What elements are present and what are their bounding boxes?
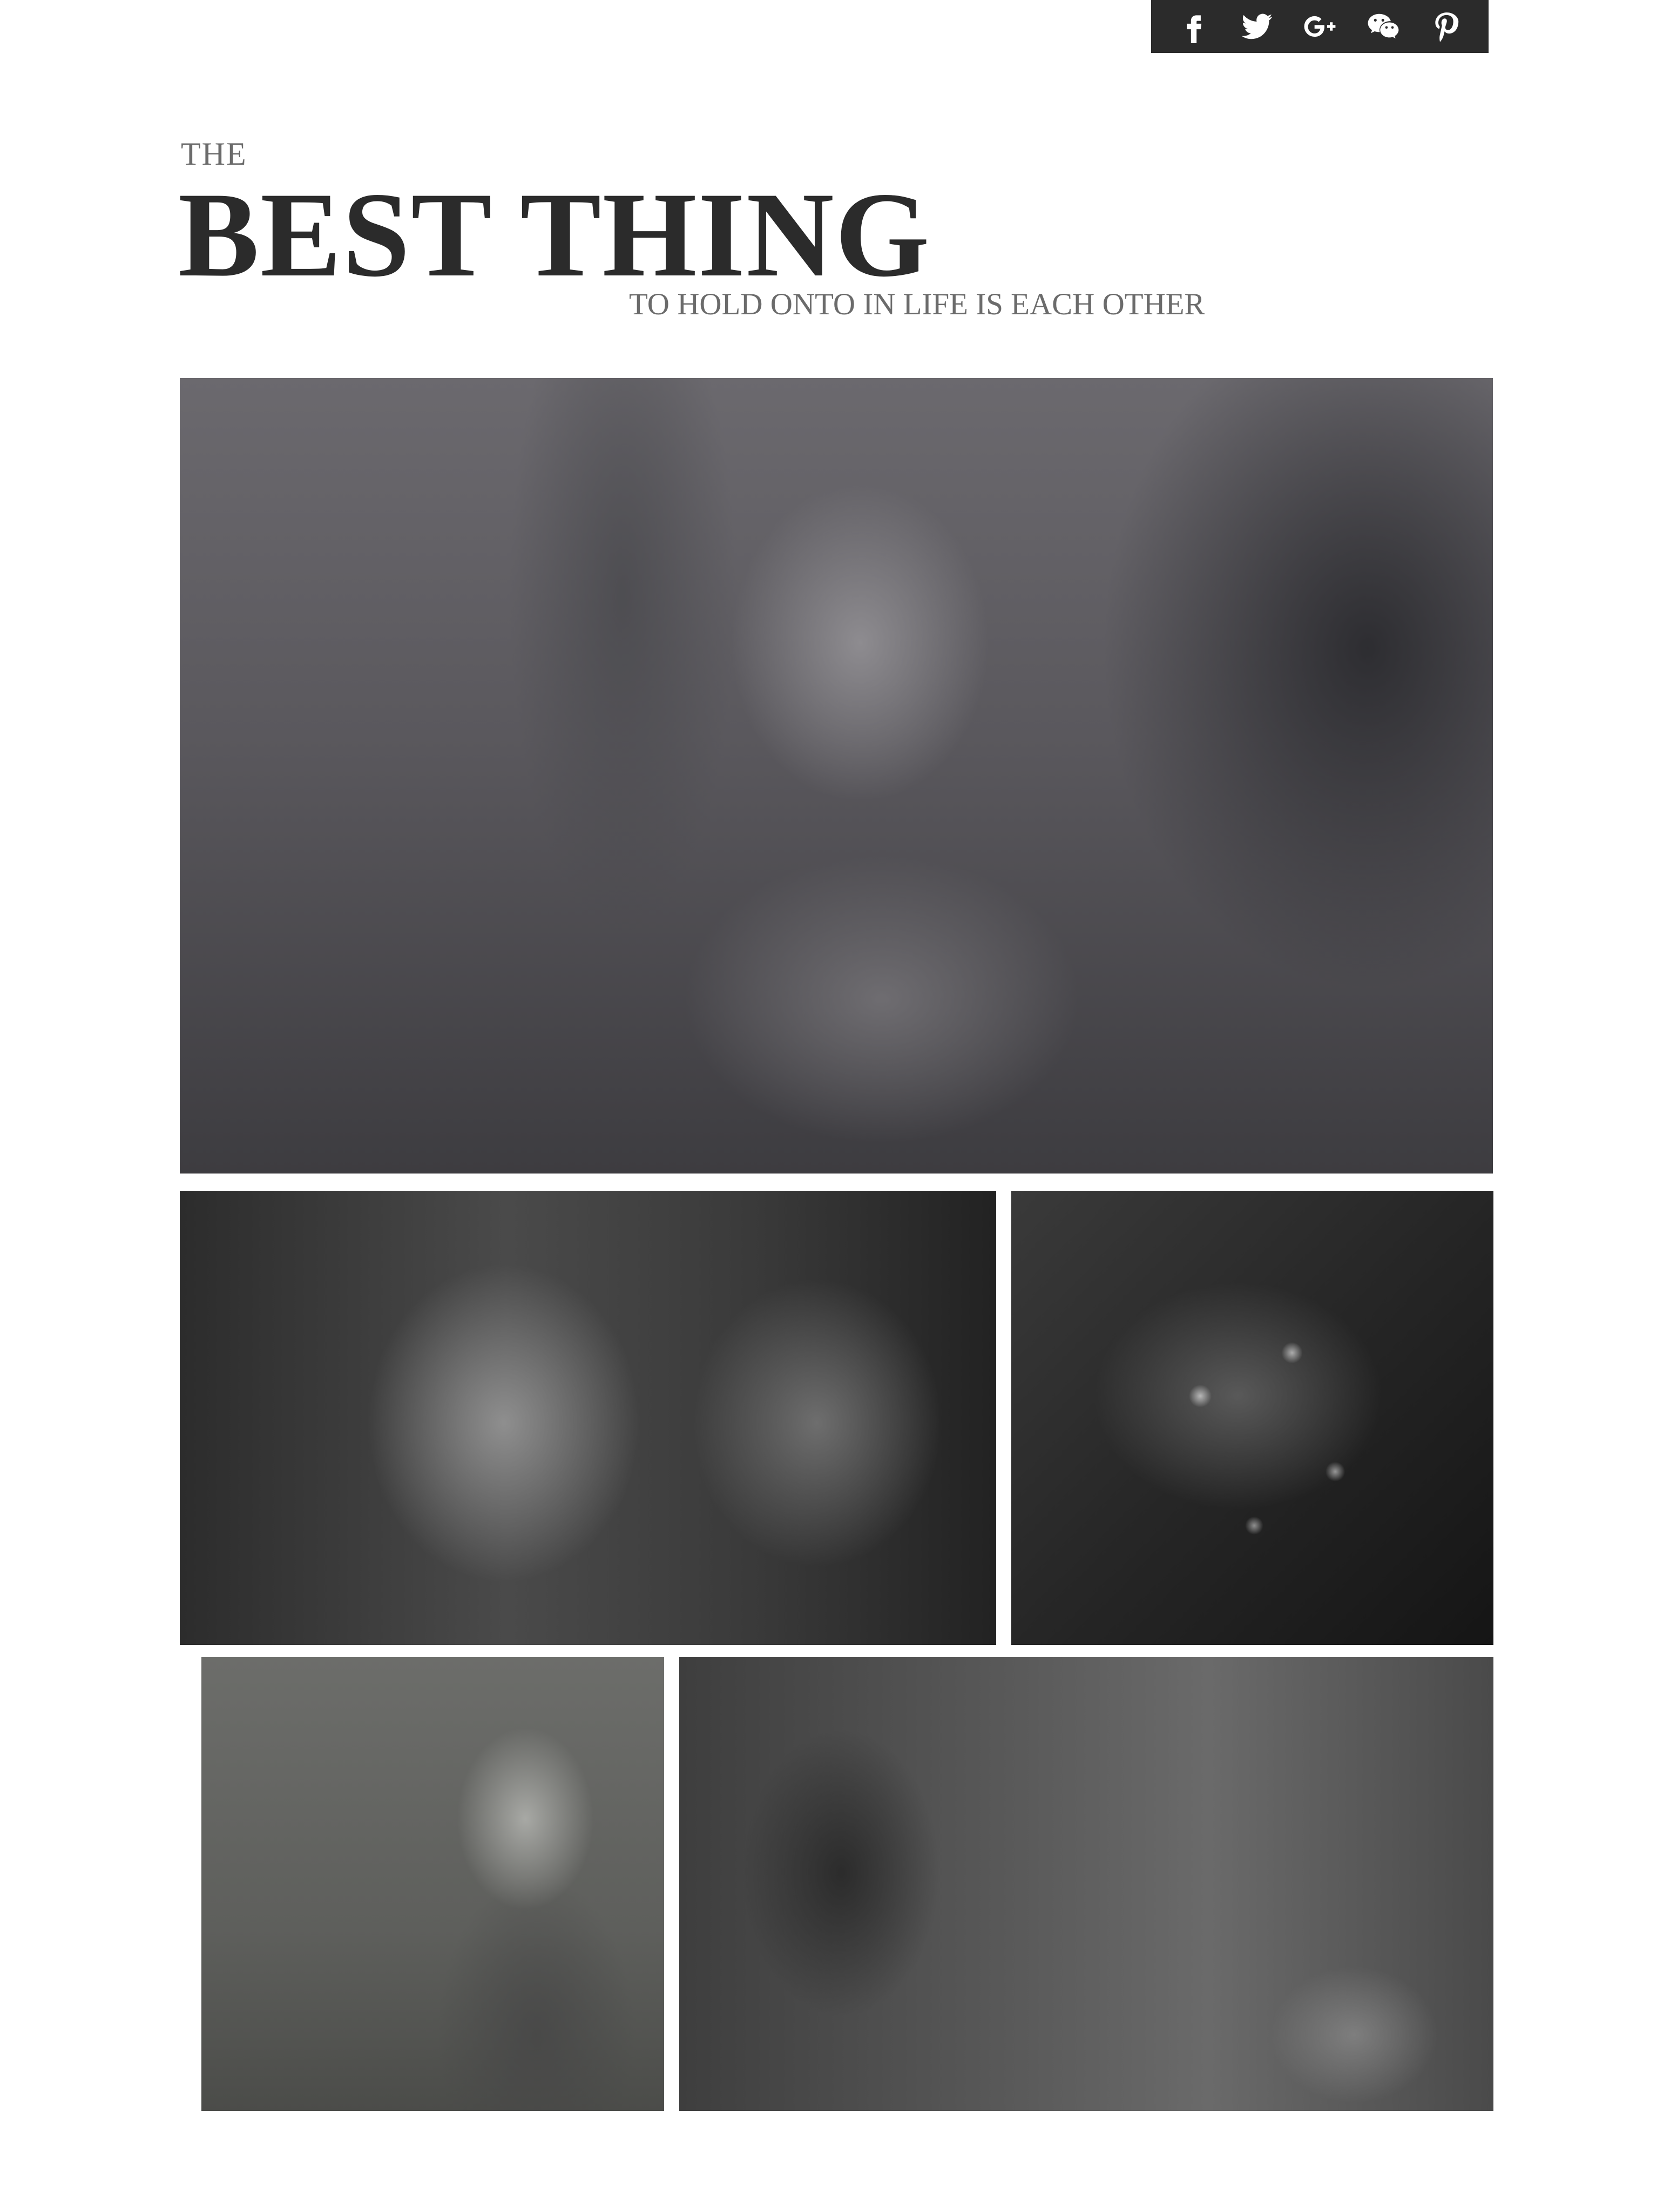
facebook-icon <box>1186 15 1201 43</box>
social-share-bar <box>1151 0 1489 53</box>
photo-couple[interactable] <box>180 1191 996 1645</box>
twitter-button[interactable] <box>1233 2 1281 51</box>
pinterest-icon <box>1435 12 1458 42</box>
title-kicker: THE <box>181 136 247 172</box>
photo-detail[interactable] <box>1011 1191 1493 1645</box>
wechat-button[interactable] <box>1359 2 1408 51</box>
google-plus-button[interactable] <box>1296 2 1344 51</box>
page-title: BEST THING <box>178 167 931 302</box>
twitter-icon <box>1241 14 1272 39</box>
facebook-button[interactable] <box>1169 2 1218 51</box>
page-subtitle: TO HOLD ONTO IN LIFE IS EACH OTHER <box>629 287 1205 321</box>
photo-portrait[interactable] <box>201 1657 664 2111</box>
wechat-icon <box>1368 14 1398 39</box>
photo-table[interactable] <box>679 1657 1493 2111</box>
photo-hero[interactable] <box>180 378 1493 1174</box>
google-plus-icon <box>1304 16 1335 37</box>
pinterest-button[interactable] <box>1422 2 1471 51</box>
